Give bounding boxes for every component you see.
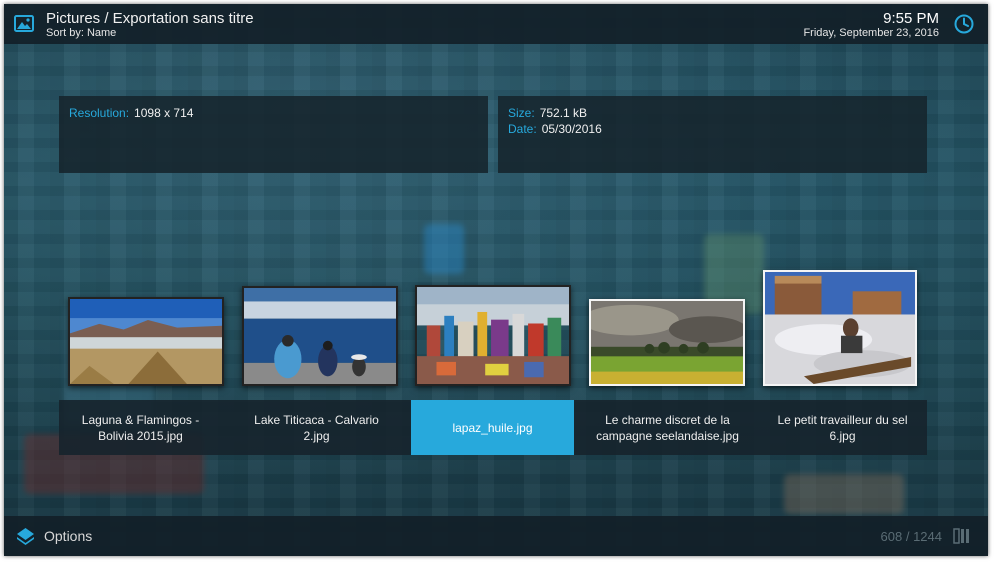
- photo-laguna-flamingos: [70, 299, 222, 384]
- file-label-lake-titicaca[interactable]: Lake Titicaca - Calvario 2.jpg: [235, 400, 398, 455]
- resolution-row: Resolution: 1098 x 714: [69, 106, 193, 120]
- item-counter: 608 / 1244: [880, 529, 942, 544]
- info-panel-right: Size: 752.1 kB Date: 05/30/2016: [498, 96, 927, 173]
- thumbnail-lapaz-huile[interactable]: [415, 285, 571, 386]
- file-label-lapaz-huile[interactable]: lapaz_huile.jpg: [411, 400, 574, 455]
- footer-bar: Options 608 / 1244: [4, 516, 988, 556]
- thumbnail-petit-travailleur-sel[interactable]: [763, 270, 917, 386]
- background-blob: [784, 474, 904, 514]
- sort-label[interactable]: Sort by: Name: [46, 27, 116, 39]
- kodi-pictures-screen: Pictures / Exportation sans titre Sort b…: [4, 4, 988, 556]
- header-bar: Pictures / Exportation sans titre Sort b…: [4, 4, 988, 44]
- filename-strip: Laguna & Flamingos - Bolivia 2015.jpg La…: [59, 400, 927, 455]
- photo-petit-travailleur-sel: [765, 272, 915, 384]
- page-title: Pictures / Exportation sans titre: [46, 10, 254, 27]
- thumbnail-lake-titicaca[interactable]: [242, 286, 398, 386]
- thumbnail-campagne-seelandaise[interactable]: [589, 299, 745, 386]
- file-label-campagne-seelandaise[interactable]: Le charme discret de la campagne seeland…: [586, 400, 749, 455]
- clock-icon: [954, 14, 974, 34]
- size-key: Size:: [508, 106, 535, 120]
- size-value: 752.1 kB: [539, 106, 588, 120]
- options-icon[interactable]: [16, 527, 35, 546]
- file-label-laguna-flamingos[interactable]: Laguna & Flamingos - Bolivia 2015.jpg: [59, 400, 222, 455]
- thumbnail-laguna-flamingos[interactable]: [68, 297, 224, 386]
- date-row: Date: 05/30/2016: [508, 122, 602, 136]
- clock-date: Friday, September 23, 2016: [803, 27, 939, 39]
- pictures-icon: [14, 15, 34, 32]
- clock-time: 9:55 PM: [883, 10, 939, 27]
- photo-lapaz-huile: [417, 287, 569, 384]
- file-label-petit-travailleur-sel[interactable]: Le petit travailleur du sel 6.jpg: [761, 400, 924, 455]
- resolution-value: 1098 x 714: [134, 106, 194, 120]
- resolution-key: Resolution:: [69, 106, 130, 120]
- options-button[interactable]: Options: [44, 528, 92, 544]
- size-row: Size: 752.1 kB: [508, 106, 587, 120]
- photo-campagne-seelandaise: [591, 301, 743, 384]
- date-key: Date:: [508, 122, 537, 136]
- background-blob: [424, 224, 464, 274]
- photo-lake-titicaca: [244, 288, 396, 384]
- date-value: 05/30/2016: [541, 122, 602, 136]
- info-panel-left: Resolution: 1098 x 714: [59, 96, 488, 173]
- list-view-icon[interactable]: [952, 526, 972, 546]
